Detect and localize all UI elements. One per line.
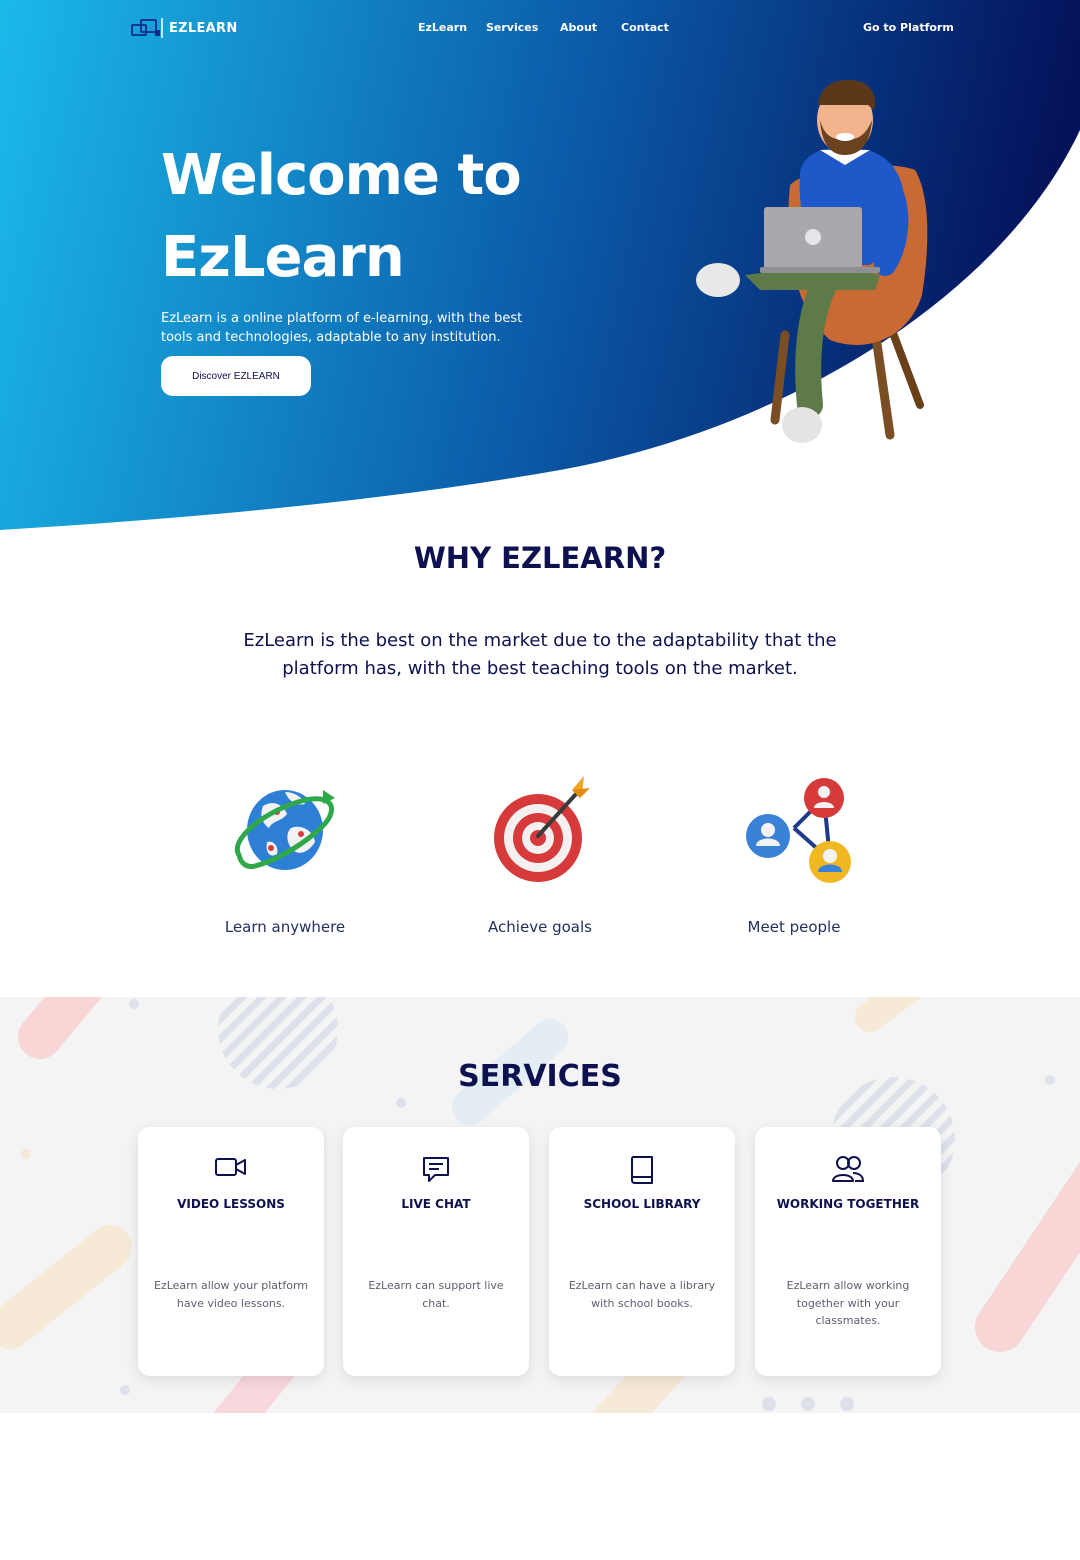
feature-label-learn-anywhere: Learn anywhere: [224, 918, 346, 936]
go-to-platform-link[interactable]: Go to Platform: [863, 21, 954, 34]
hero-section: EZLEARN EzLearn Services About Contact G…: [0, 0, 1080, 540]
service-card-description: EzLearn allow working together with your…: [786, 1279, 910, 1327]
video-camera-icon: [215, 1158, 246, 1176]
nav-link-ezlearn[interactable]: EzLearn: [418, 21, 467, 34]
service-card-school-library[interactable]: SCHOOL LIBRARY EzLearn can have a librar…: [549, 1127, 735, 1376]
service-card-title: WORKING TOGETHER: [776, 1197, 920, 1211]
logo[interactable]: EZLEARN: [131, 17, 238, 39]
service-card-title: LIVE CHAT: [401, 1197, 471, 1211]
nav-link-services[interactable]: Services: [486, 21, 538, 34]
feature-learn-anywhere: Learn anywhere: [185, 770, 385, 936]
feature-label-achieve-goals: Achieve goals: [488, 918, 592, 936]
service-card-title: VIDEO LESSONS: [177, 1197, 285, 1211]
feature-achieve-goals: Achieve goals: [440, 770, 640, 936]
feature-label-meet-people: Meet people: [747, 918, 841, 936]
services-title: SERVICES: [458, 1059, 622, 1094]
logo-text: EZLEARN: [169, 20, 238, 36]
users-icon: [832, 1156, 865, 1182]
chat-icon: [423, 1157, 449, 1182]
person-with-laptop-illustration: [696, 79, 928, 443]
feature-meet-people: Meet people: [694, 770, 894, 936]
hero-title-line1: Welcome to: [161, 143, 522, 208]
service-card-working-together[interactable]: WORKING TOGETHER EzLearn allow working t…: [755, 1127, 941, 1376]
service-card-live-chat[interactable]: LIVE CHAT EzLearn can support live chat.: [343, 1127, 529, 1376]
top-nav: EZLEARN EzLearn Services About Contact G…: [0, 0, 1080, 56]
people-network-icon: [746, 778, 851, 883]
service-card-video-lessons[interactable]: VIDEO LESSONS EzLearn allow your platfor…: [138, 1127, 324, 1376]
service-card-description: EzLearn allow your platform have video l…: [153, 1279, 308, 1310]
nav-link-contact[interactable]: Contact: [621, 21, 669, 34]
why-description: EzLearn is the best on the market due to…: [243, 630, 837, 679]
book-icon: [631, 1156, 653, 1184]
service-card-title: SCHOOL LIBRARY: [583, 1197, 701, 1211]
service-card-description: EzLearn can support live chat.: [368, 1279, 504, 1310]
hero-title-line2: EzLearn: [161, 225, 405, 290]
globe-icon: [234, 790, 335, 870]
service-card-description: EzLearn can have a library with school b…: [568, 1279, 716, 1310]
devices-logo-icon: [131, 18, 163, 38]
why-title: WHY EZLEARN?: [413, 541, 667, 575]
nav-link-about[interactable]: About: [560, 21, 597, 34]
hero-description: EzLearn is a online platform of e-learni…: [161, 311, 523, 345]
target-icon: [494, 776, 590, 882]
services-section: SERVICES VIDEO LESSONS EzLearn allow you…: [0, 997, 1080, 1413]
discover-button[interactable]: Discover EZLEARN: [161, 356, 311, 396]
